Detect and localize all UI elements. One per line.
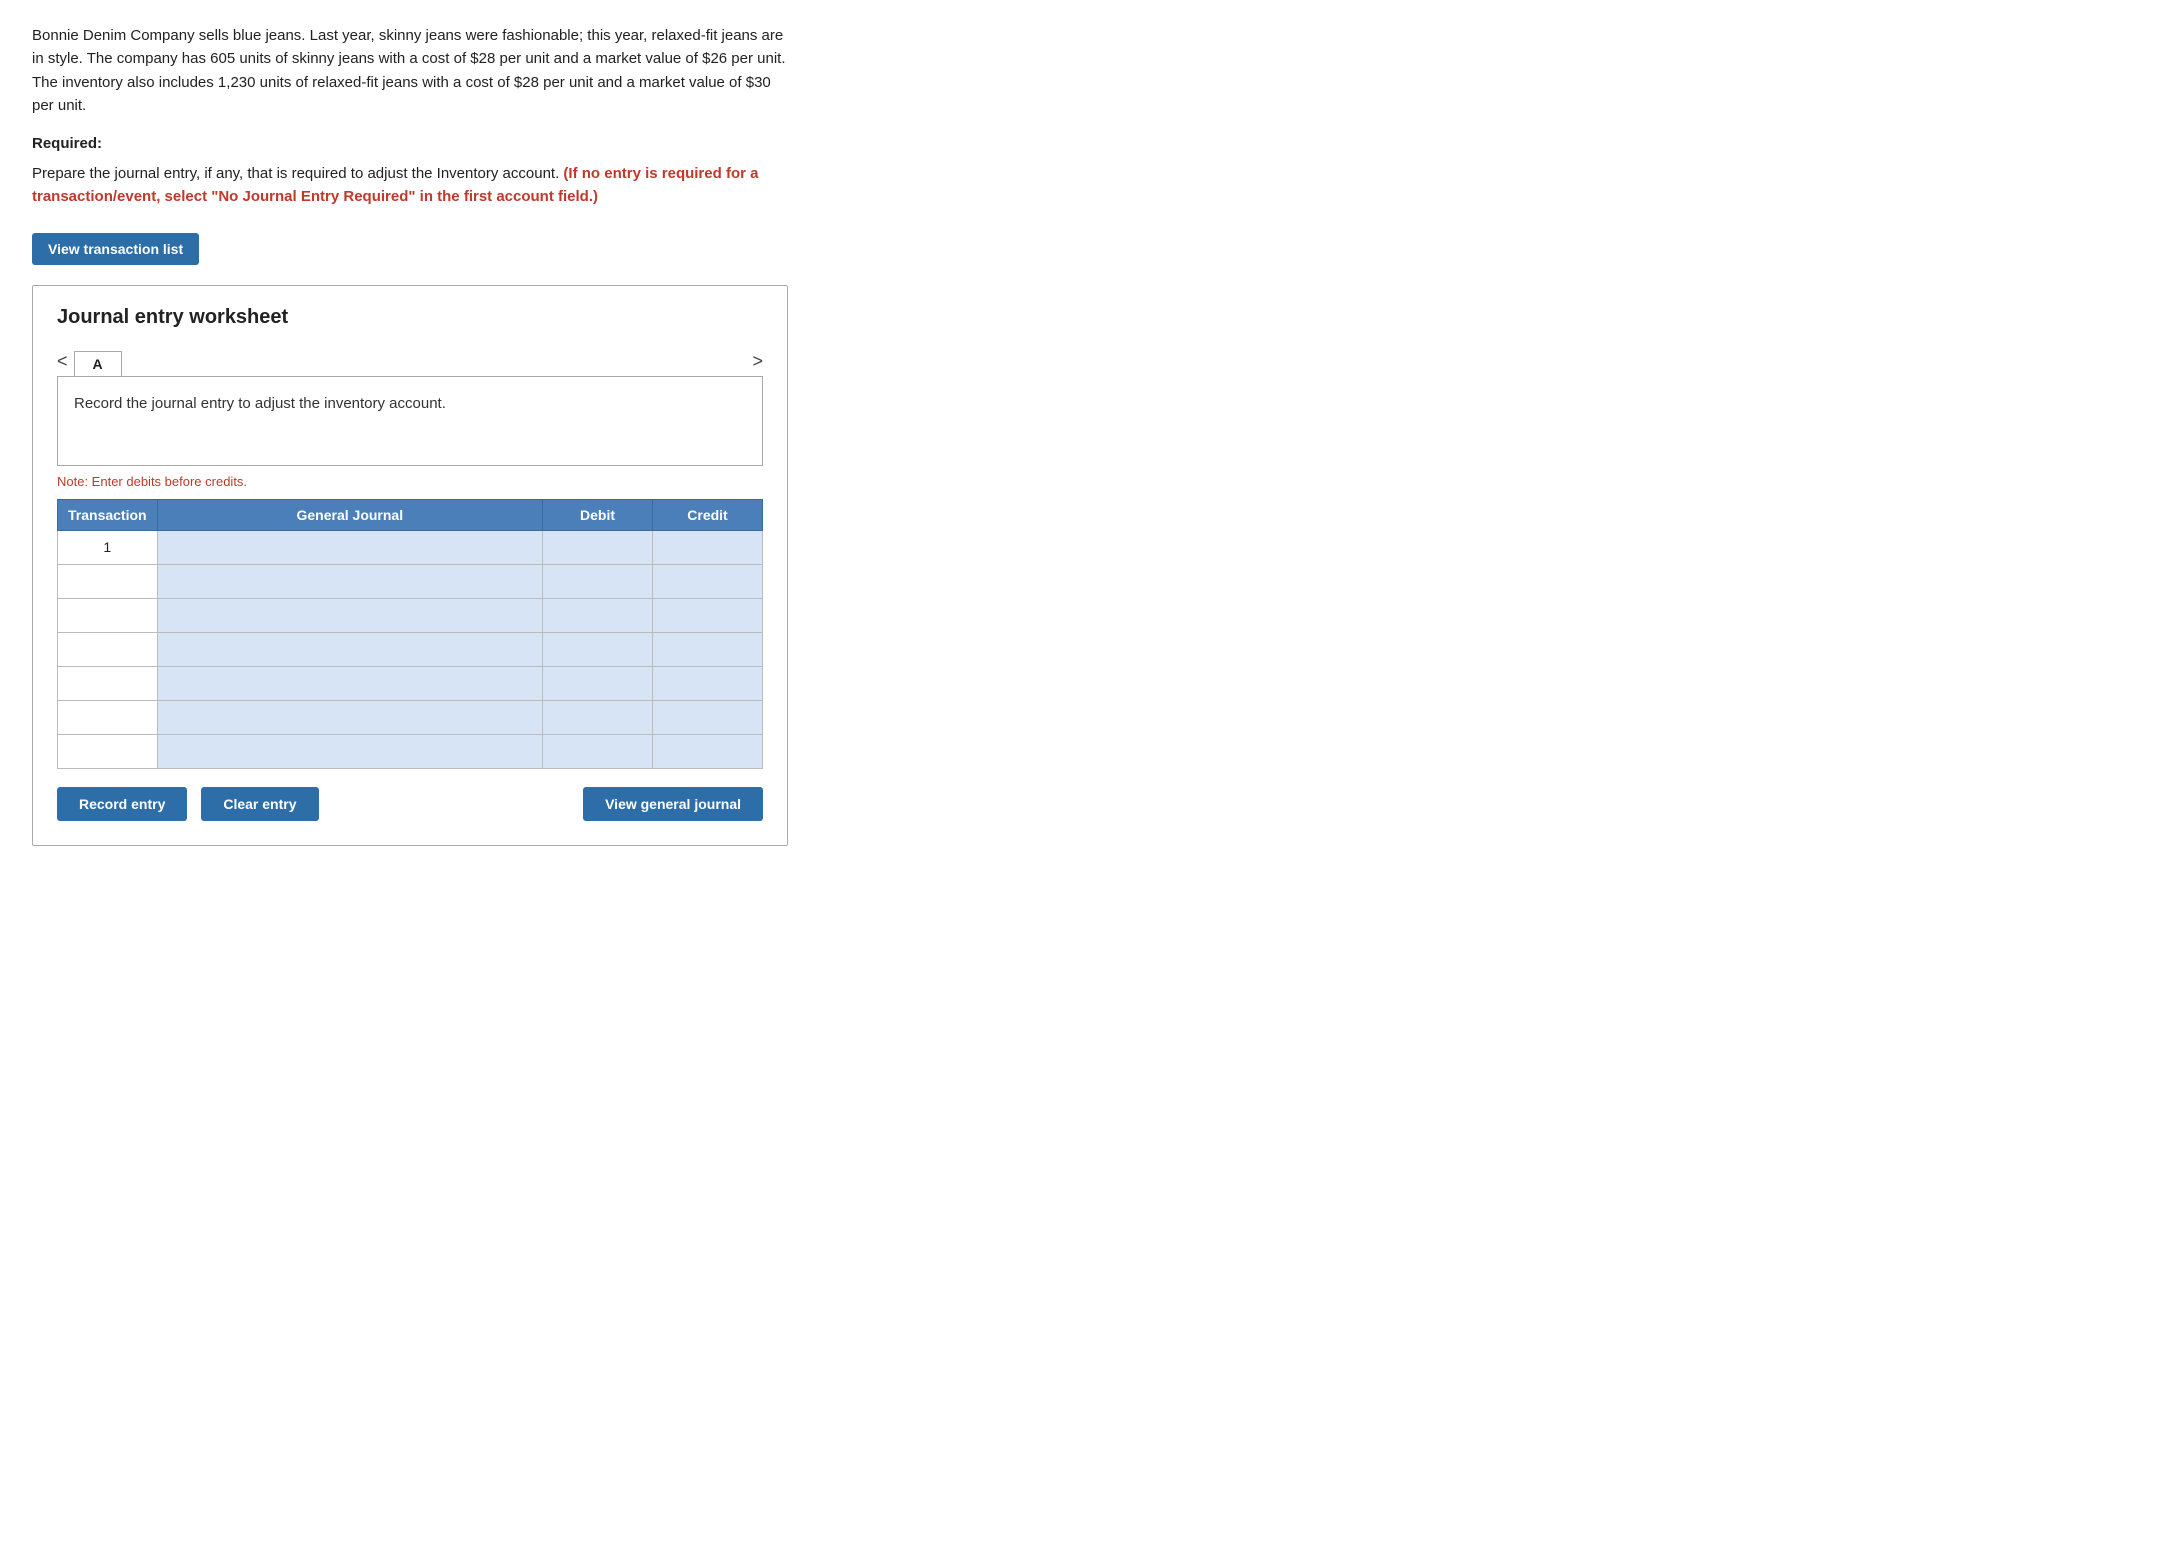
view-general-journal-button[interactable]: View general journal <box>583 787 763 821</box>
tab-left-arrow[interactable]: < <box>57 347 74 376</box>
worksheet-title: Journal entry worksheet <box>57 306 763 329</box>
table-header-row: Transaction General Journal Debit Credit <box>58 499 763 530</box>
tab-right-arrow[interactable]: > <box>742 347 763 376</box>
general-journal-cell[interactable] <box>157 734 542 768</box>
general-journal-cell[interactable] <box>157 632 542 666</box>
table-row: 1 <box>58 530 763 564</box>
col-general-journal: General Journal <box>157 499 542 530</box>
debit-cell[interactable] <box>543 530 653 564</box>
tab-description: Record the journal entry to adjust the i… <box>74 395 446 412</box>
debit-input[interactable] <box>549 537 646 557</box>
col-debit: Debit <box>543 499 653 530</box>
debit-input[interactable] <box>549 673 646 693</box>
general-journal-cell[interactable] <box>157 666 542 700</box>
clear-entry-button[interactable]: Clear entry <box>201 787 318 821</box>
credit-input[interactable] <box>659 741 756 761</box>
intro-paragraph: Bonnie Denim Company sells blue jeans. L… <box>32 24 788 117</box>
credit-input[interactable] <box>659 673 756 693</box>
worksheet-container: Journal entry worksheet < A > Record the… <box>32 285 788 846</box>
debit-input[interactable] <box>549 639 646 659</box>
general-journal-input[interactable] <box>164 707 536 727</box>
general-journal-cell[interactable] <box>157 598 542 632</box>
credit-cell[interactable] <box>653 700 763 734</box>
tab-row-inner: A <box>74 351 743 376</box>
table-row <box>58 734 763 768</box>
credit-input[interactable] <box>659 537 756 557</box>
credit-cell[interactable] <box>653 632 763 666</box>
credit-input[interactable] <box>659 571 756 591</box>
col-credit: Credit <box>653 499 763 530</box>
transaction-cell <box>58 700 158 734</box>
credit-input[interactable] <box>659 707 756 727</box>
debit-cell[interactable] <box>543 564 653 598</box>
general-journal-cell[interactable] <box>157 564 542 598</box>
debit-cell[interactable] <box>543 734 653 768</box>
view-transaction-button[interactable]: View transaction list <box>32 233 199 265</box>
credit-cell[interactable] <box>653 666 763 700</box>
table-row <box>58 564 763 598</box>
tab-a[interactable]: A <box>74 351 122 376</box>
tab-row: < A > <box>57 347 763 376</box>
debit-input[interactable] <box>549 707 646 727</box>
general-journal-input[interactable] <box>164 605 536 625</box>
table-row <box>58 666 763 700</box>
transaction-cell <box>58 734 158 768</box>
transaction-cell: 1 <box>58 530 158 564</box>
buttons-row: Record entry Clear entry View general jo… <box>57 787 763 821</box>
col-transaction: Transaction <box>58 499 158 530</box>
required-heading: Required: <box>32 135 788 152</box>
credit-cell[interactable] <box>653 564 763 598</box>
credit-cell[interactable] <box>653 530 763 564</box>
debit-cell[interactable] <box>543 666 653 700</box>
debit-cell[interactable] <box>543 632 653 666</box>
debit-input[interactable] <box>549 741 646 761</box>
table-row <box>58 632 763 666</box>
general-journal-input[interactable] <box>164 537 536 557</box>
credit-cell[interactable] <box>653 598 763 632</box>
debit-input[interactable] <box>549 605 646 625</box>
transaction-cell <box>58 564 158 598</box>
debit-cell[interactable] <box>543 700 653 734</box>
tab-content-box: Record the journal entry to adjust the i… <box>57 376 763 466</box>
record-entry-button[interactable]: Record entry <box>57 787 187 821</box>
credit-input[interactable] <box>659 639 756 659</box>
transaction-cell <box>58 632 158 666</box>
general-journal-input[interactable] <box>164 673 536 693</box>
transaction-cell <box>58 598 158 632</box>
debit-cell[interactable] <box>543 598 653 632</box>
table-row <box>58 598 763 632</box>
instruction-plain: Prepare the journal entry, if any, that … <box>32 165 563 182</box>
note-text: Note: Enter debits before credits. <box>57 474 763 489</box>
general-journal-cell[interactable] <box>157 530 542 564</box>
journal-table: Transaction General Journal Debit Credit… <box>57 499 763 769</box>
general-journal-cell[interactable] <box>157 700 542 734</box>
instruction-text: Prepare the journal entry, if any, that … <box>32 162 788 209</box>
general-journal-input[interactable] <box>164 741 536 761</box>
table-row <box>58 700 763 734</box>
general-journal-input[interactable] <box>164 639 536 659</box>
credit-input[interactable] <box>659 605 756 625</box>
transaction-cell <box>58 666 158 700</box>
debit-input[interactable] <box>549 571 646 591</box>
general-journal-input[interactable] <box>164 571 536 591</box>
credit-cell[interactable] <box>653 734 763 768</box>
